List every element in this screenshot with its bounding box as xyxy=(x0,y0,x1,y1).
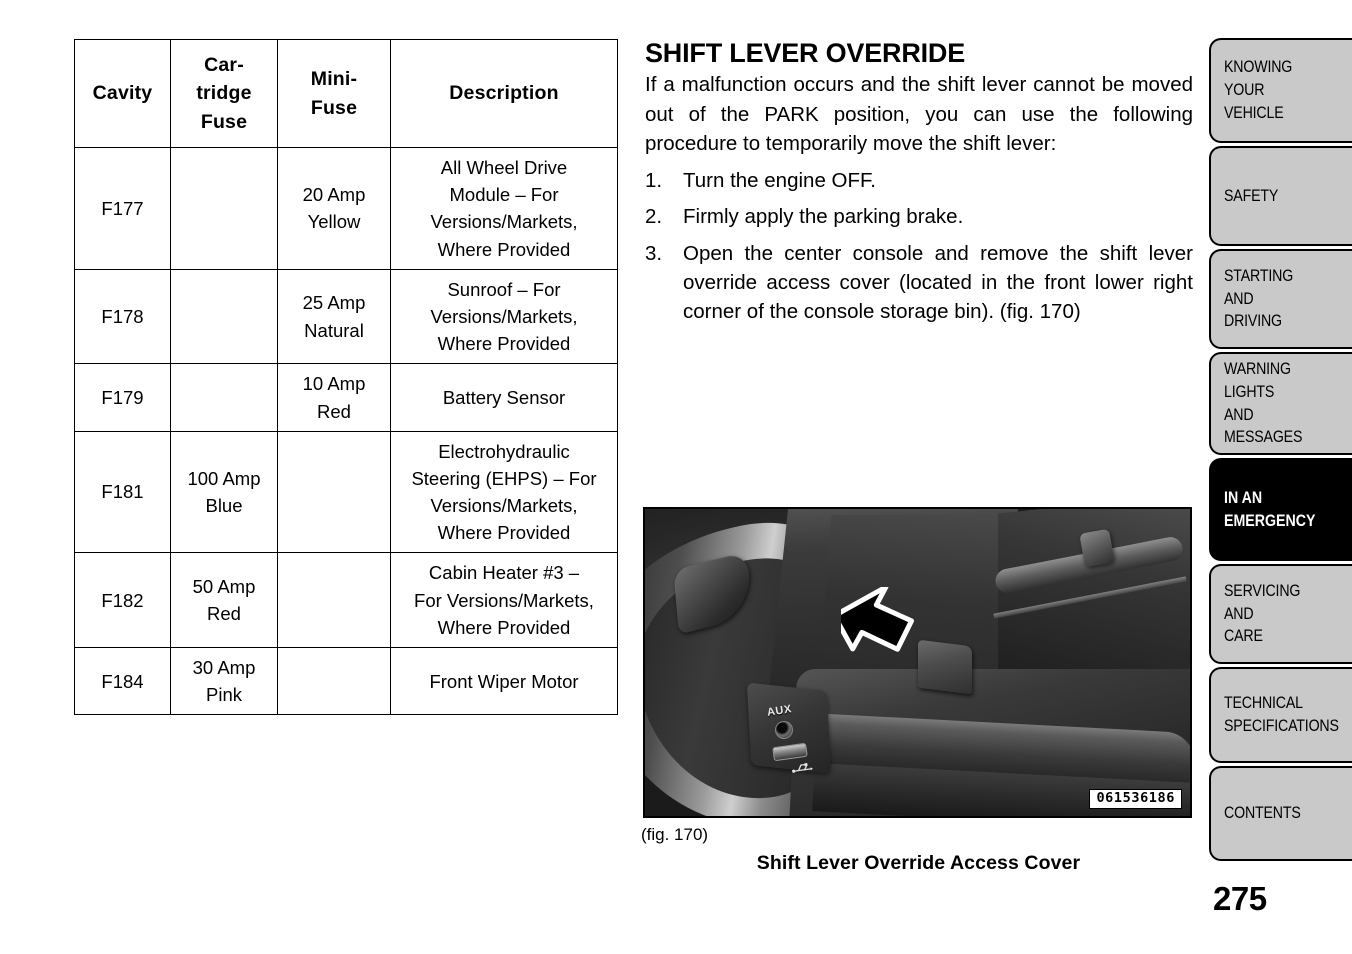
step-number: 2. xyxy=(645,205,663,229)
article-intro-paragraph: If a malfunction occurs and the shift le… xyxy=(645,73,1193,155)
photo-id-badge: 061536186 xyxy=(1089,789,1182,809)
sidebar-tab-knowing-your-vehicle[interactable]: KNOWING YOUR VEHICLE xyxy=(1209,38,1352,143)
cell-cartridge-fuse xyxy=(170,147,278,270)
table-row: F178 25 Amp Natural Sunroof – For Versions… xyxy=(74,268,618,365)
sidebar-tab-label: IN AN EMERGENCY xyxy=(1224,488,1316,530)
cell-cartridge-fuse: 30 Amp Pink xyxy=(170,646,278,716)
procedure-step: 2. Firmly apply the parking brake. xyxy=(645,202,1193,231)
sidebar-tab-in-an-emergency[interactable]: IN AN EMERGENCY xyxy=(1209,458,1352,561)
table-row: F181 100 Amp Blue Electrohydraulic Steerin… xyxy=(74,430,618,554)
cell-description: Front Wiper Motor xyxy=(390,646,618,716)
fuse-table: Cavity Car- tridge Fuse Mini- Fuse Descr… xyxy=(74,39,618,716)
step-number: 3. xyxy=(645,241,663,265)
cell-cavity: F178 xyxy=(74,268,171,365)
step-text: Firmly apply the parking brake. xyxy=(683,205,964,229)
fuse-table-container: Cavity Car- tridge Fuse Mini- Fuse Descr… xyxy=(74,39,618,716)
step-text: Turn the engine OFF. xyxy=(683,169,876,193)
sidebar-tab-contents[interactable]: CONTENTS xyxy=(1209,766,1352,861)
sidebar-tab-label: SAFETY xyxy=(1224,186,1279,205)
sidebar-tab-label: STARTING AND DRIVING xyxy=(1224,266,1294,331)
table-row: F182 50 Amp Red Cabin Heater #3 – For Vers… xyxy=(74,552,618,648)
cell-cartridge-fuse xyxy=(170,363,278,432)
table-header-row: Cavity Car- tridge Fuse Mini- Fuse Descr… xyxy=(74,39,618,148)
console-photo: AUX 061536186 xyxy=(643,507,1192,818)
sidebar-tab-technical-specifications[interactable]: TECHNICAL SPECIFICATIONS xyxy=(1209,667,1352,763)
sidebar-tab-label: CONTENTS xyxy=(1224,804,1301,823)
cell-mini-fuse xyxy=(277,430,391,554)
cell-cavity: F181 xyxy=(74,430,171,554)
table-row: F184 30 Amp Pink Front Wiper Motor xyxy=(74,646,618,716)
pointer-arrow-icon xyxy=(841,587,914,652)
cell-cavity: F179 xyxy=(74,363,171,432)
cell-cavity: F182 xyxy=(74,552,171,648)
cell-description: All Wheel Drive Module – For Versions/Ma… xyxy=(390,147,618,270)
sidebar-tab-servicing-and-care[interactable]: SERVICING AND CARE xyxy=(1209,564,1352,664)
cell-description: Sunroof – For Versions/Markets, Where Pr… xyxy=(390,268,618,365)
procedure-step-list: 1. Turn the engine OFF. 2. Firmly apply the… xyxy=(645,166,1193,327)
sidebar-tab-label: WARNING LIGHTS AND MESSAGES xyxy=(1224,359,1303,447)
sidebar-tab-safety[interactable]: SAFETY xyxy=(1209,146,1352,246)
cell-cartridge-fuse xyxy=(170,268,278,365)
article-container: SHIFT LEVER OVERRIDE If a malfunction oc… xyxy=(645,38,1193,327)
step-number: 1. xyxy=(645,169,663,193)
figure-container: AUX 061536186 xyxy=(643,507,1192,818)
column-header-cartridge-fuse: Car- tridge Fuse xyxy=(170,39,278,148)
cell-cartridge-fuse: 50 Amp Red xyxy=(170,552,278,648)
cell-cavity: F177 xyxy=(74,147,171,270)
sidebar-tab-starting-and-driving[interactable]: STARTING AND DRIVING xyxy=(1209,249,1352,349)
figure-reference: (fig. 170) xyxy=(641,825,709,844)
cell-description: Cabin Heater #3 – For Versions/Markets, … xyxy=(390,552,618,648)
sidebar-tab-label: TECHNICAL SPECIFICATIONS xyxy=(1224,694,1339,735)
cell-mini-fuse xyxy=(277,646,391,716)
procedure-step: 3. Open the center console and remove the… xyxy=(645,239,1193,327)
page-title: SHIFT LEVER OVERRIDE xyxy=(645,38,966,68)
figure-caption: Shift Lever Override Access Cover xyxy=(756,852,1081,874)
sidebar-tab-label: SERVICING AND CARE xyxy=(1224,581,1301,646)
cell-mini-fuse: 20 Amp Yellow xyxy=(277,147,391,270)
cell-description: Battery Sensor xyxy=(390,363,618,432)
table-row: F177 20 Amp Yellow All Wheel Drive Module … xyxy=(74,147,618,270)
column-header-cavity: Cavity xyxy=(74,39,171,148)
sidebar-tab-label: KNOWING YOUR VEHICLE xyxy=(1224,58,1293,122)
page-number: 275 xyxy=(1213,880,1267,917)
section-tab-list: KNOWING YOUR VEHICLE SAFETY STARTING AND D… xyxy=(1209,38,1352,864)
sidebar-tab-warning-lights-and-messages[interactable]: WARNING LIGHTS AND MESSAGES xyxy=(1209,352,1352,455)
column-header-mini-fuse: Mini- Fuse xyxy=(277,39,391,148)
cell-mini-fuse: 10 Amp Red xyxy=(277,363,391,432)
column-header-description: Description xyxy=(390,39,618,148)
table-row: F179 10 Amp Red Battery Sensor xyxy=(74,363,618,432)
console-latch-knob xyxy=(1079,528,1115,568)
cell-cartridge-fuse: 100 Amp Blue xyxy=(170,430,278,554)
cell-cavity: F184 xyxy=(74,646,171,716)
step-text: Open the center console and remove the s… xyxy=(683,241,1193,324)
cell-mini-fuse: 25 Amp Natural xyxy=(277,268,391,365)
cell-mini-fuse xyxy=(277,552,391,648)
procedure-step: 1. Turn the engine OFF. xyxy=(645,166,1193,195)
cell-description: Electrohydraulic Steering (EHPS) – For V… xyxy=(390,430,618,554)
